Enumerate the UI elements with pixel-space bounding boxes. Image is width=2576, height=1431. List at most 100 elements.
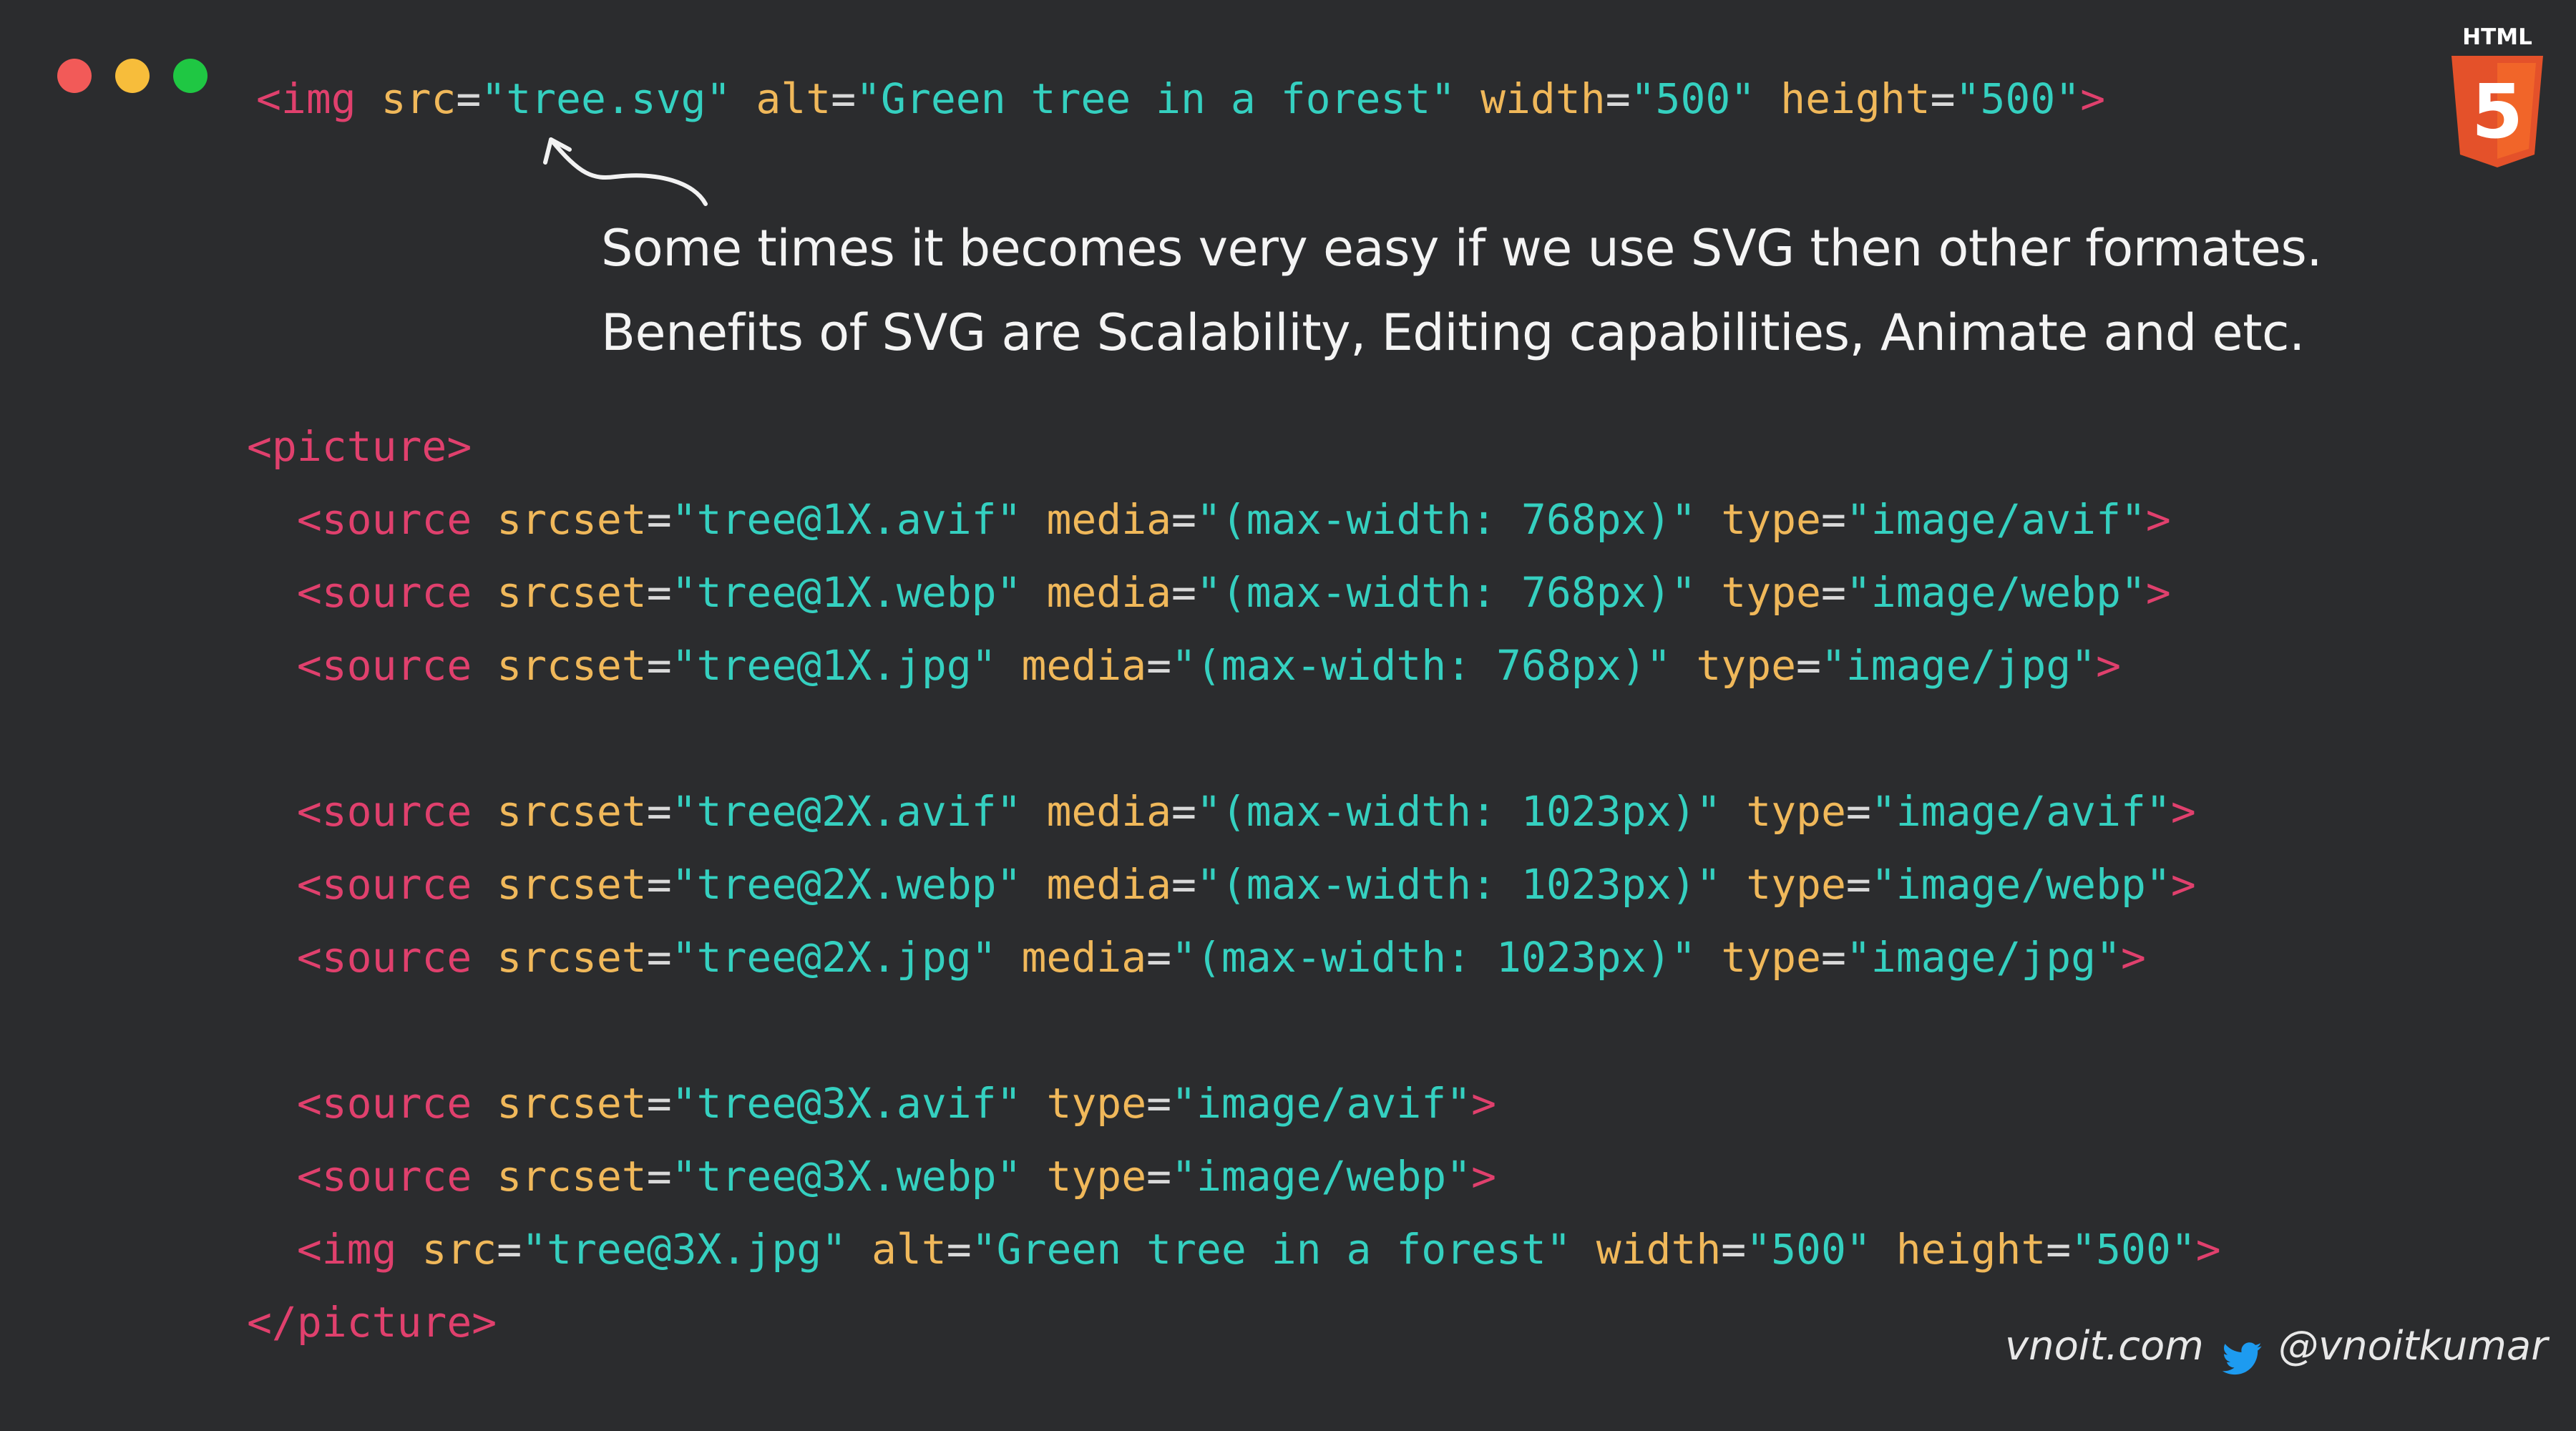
code-token-attr: srcset (497, 568, 647, 617)
code-token-attr: srcset (497, 933, 647, 982)
code-token-tag: <source (296, 495, 497, 544)
code-token-str: "image/jpg" (1845, 933, 2121, 982)
code-token-tag: <img (296, 1225, 422, 1274)
code-token-eq (1696, 568, 1721, 617)
code-token-eq (1755, 74, 1780, 123)
code-token-str: "500" (1955, 74, 2081, 123)
code-line-img-svg: <img src="tree.svg" alt="Green tree in a… (256, 73, 2105, 124)
code-token-attr: media (1046, 787, 1172, 836)
code-token-str: "tree@1X.webp" (671, 568, 1022, 617)
annotation-line-2: Benefits of SVG are Scalability, Editing… (601, 303, 2305, 362)
code-token-tag: > (2145, 495, 2171, 544)
code-token-eq (247, 641, 297, 690)
code-token-str: "500" (1630, 74, 1756, 123)
code-token-eq: = (2046, 1225, 2072, 1274)
code-token-eq: = (831, 74, 857, 123)
code-token-str: "tree@2X.webp" (671, 860, 1022, 909)
code-line: </picture> (247, 1296, 497, 1348)
code-token-str: "tree@3X.avif" (671, 1079, 1022, 1128)
site-link[interactable]: vnoit.com (2005, 1322, 2204, 1371)
code-token-eq (1871, 1225, 1896, 1274)
code-token-eq: = (646, 495, 672, 544)
twitter-bird-icon (2223, 1342, 2262, 1375)
code-token-eq (247, 495, 297, 544)
code-token-str: "image/avif" (1171, 1079, 1472, 1128)
code-token-attr: srcset (497, 860, 647, 909)
code-token-eq: = (1605, 74, 1631, 123)
code-token-eq (1721, 787, 1746, 836)
code-token-tag: > (2096, 641, 2121, 690)
code-token-eq (1022, 1079, 1047, 1128)
code-token-attr: type (1696, 641, 1797, 690)
code-token-eq: = (1171, 860, 1196, 909)
code-token-tag: > (1471, 1152, 1496, 1201)
code-token-str: "(max-width: 1023px)" (1171, 933, 1697, 982)
code-token-attr: media (1046, 568, 1172, 617)
code-token-eq: = (1171, 568, 1196, 617)
code-token-str: "image/avif" (1845, 495, 2146, 544)
code-token-attr: media (1046, 860, 1172, 909)
code-line: <img src="tree@3X.jpg" alt="Green tree i… (247, 1224, 2221, 1275)
code-token-eq (1721, 860, 1746, 909)
code-token-attr: srcset (497, 641, 647, 690)
code-token-eq: = (1146, 641, 1172, 690)
code-token-tag: </picture> (247, 1298, 497, 1347)
code-token-eq (247, 933, 297, 982)
code-token-eq (1671, 641, 1696, 690)
code-token-str: "image/webp" (1870, 860, 2171, 909)
code-line: <source srcset="tree@1X.webp" media="(ma… (247, 567, 2171, 618)
code-token-eq (247, 787, 297, 836)
code-token-attr: alt (756, 74, 831, 123)
code-token-attr: type (1721, 933, 1821, 982)
code-token-str: "image/webp" (1171, 1152, 1472, 1201)
code-line: <source srcset="tree@3X.avif" type="imag… (247, 1078, 1496, 1129)
code-line: <source srcset="tree@2X.avif" media="(ma… (247, 786, 2196, 837)
code-token-attr: type (1746, 860, 1846, 909)
code-token-eq (247, 1225, 297, 1274)
code-token-tag: > (2170, 860, 2196, 909)
code-token-attr: srcset (497, 787, 647, 836)
code-token-eq: = (646, 860, 672, 909)
code-token-eq (1696, 933, 1721, 982)
code-token-attr: srcset (497, 1152, 647, 1201)
code-token-tag: > (2121, 933, 2146, 982)
code-token-eq: = (1146, 933, 1172, 982)
code-token-str: "tree.svg" (481, 74, 731, 123)
curved-arrow-icon (543, 137, 708, 206)
code-token-eq: = (646, 568, 672, 617)
code-token-attr: srcset (497, 495, 647, 544)
code-token-eq: = (1146, 1152, 1172, 1201)
code-token-eq (1696, 495, 1721, 544)
code-token-eq: = (1171, 495, 1196, 544)
code-token-str: "(max-width: 768px)" (1196, 568, 1697, 617)
code-token-str: "tree@3X.jpg" (522, 1225, 847, 1274)
code-token-attr: width (1596, 1225, 1722, 1274)
code-token-str: "tree@1X.avif" (671, 495, 1022, 544)
code-token-str: "tree@2X.jpg" (671, 933, 997, 982)
code-token-attr: media (1021, 933, 1147, 982)
code-token-eq (731, 74, 756, 123)
code-token-tag: <picture> (247, 422, 472, 471)
code-token-str: "tree@1X.jpg" (671, 641, 997, 690)
code-token-attr: width (1480, 74, 1606, 123)
code-token-str: "Green tree in a forest" (856, 74, 1456, 123)
code-token-eq: = (646, 641, 672, 690)
code-token-str: "Green tree in a forest" (971, 1225, 1571, 1274)
code-token-tag: <source (296, 641, 497, 690)
code-token-eq: = (1721, 1225, 1747, 1274)
code-token-attr: srcset (497, 1079, 647, 1128)
code-token-eq: = (1845, 787, 1871, 836)
code-token-eq: = (497, 1225, 522, 1274)
code-token-attr: media (1021, 641, 1147, 690)
code-token-tag: > (2145, 568, 2171, 617)
code-token-attr: type (1046, 1152, 1147, 1201)
code-token-eq: = (1820, 568, 1846, 617)
code-token-eq (1022, 860, 1047, 909)
code-token-eq: = (456, 74, 482, 123)
twitter-handle[interactable]: @vnoitkumar (2278, 1322, 2547, 1371)
code-token-attr: type (1721, 568, 1821, 617)
code-token-tag: > (2170, 787, 2196, 836)
code-token-eq (1022, 787, 1047, 836)
code-line: <source srcset="tree@2X.jpg" media="(max… (247, 932, 2146, 983)
code-token-eq: = (646, 1152, 672, 1201)
